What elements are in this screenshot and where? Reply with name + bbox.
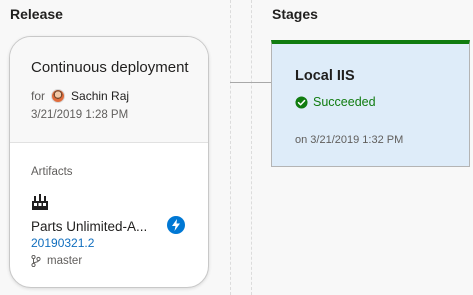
- stage-date: on 3/21/2019 1:32 PM: [295, 134, 404, 146]
- stage-connector: [230, 82, 271, 83]
- trigger-date: 3/21/2019 1:28 PM: [31, 109, 129, 121]
- stage-status-label: Succeeded: [313, 95, 376, 109]
- lightning-icon[interactable]: [167, 216, 185, 234]
- release-section-title: Release: [10, 6, 63, 22]
- column-divider: [251, 0, 252, 295]
- artifact-name[interactable]: Parts Unlimited-A...: [31, 219, 147, 234]
- avatar: [51, 89, 66, 103]
- branch-icon: [31, 255, 41, 267]
- branch-name: master: [47, 255, 83, 267]
- stage-status: Succeeded: [295, 95, 376, 109]
- check-circle-icon: [295, 95, 308, 109]
- branch-row: master: [31, 255, 82, 267]
- trigger-panel: Continuous deployment for Sachin Raj 3/2…: [10, 37, 208, 143]
- trigger-user-row: for Sachin Raj: [31, 89, 129, 103]
- build-pipeline-icon: [32, 194, 48, 210]
- stage-card-local-iis[interactable]: Local IIS Succeeded on 3/21/2019 1:32 PM: [271, 40, 470, 167]
- release-card: Continuous deployment for Sachin Raj 3/2…: [9, 36, 209, 288]
- release-pipeline-view: Release Stages Continuous deployment for…: [0, 0, 473, 295]
- stages-section-title: Stages: [272, 6, 318, 22]
- stage-name: Local IIS: [295, 68, 355, 84]
- for-label: for: [31, 89, 46, 103]
- trigger-name: Continuous deployment: [31, 59, 189, 76]
- artifacts-label: Artifacts: [31, 166, 73, 178]
- trigger-user[interactable]: Sachin Raj: [71, 89, 129, 103]
- column-divider: [230, 0, 231, 295]
- artifact-version-link[interactable]: 20190321.2: [31, 236, 94, 250]
